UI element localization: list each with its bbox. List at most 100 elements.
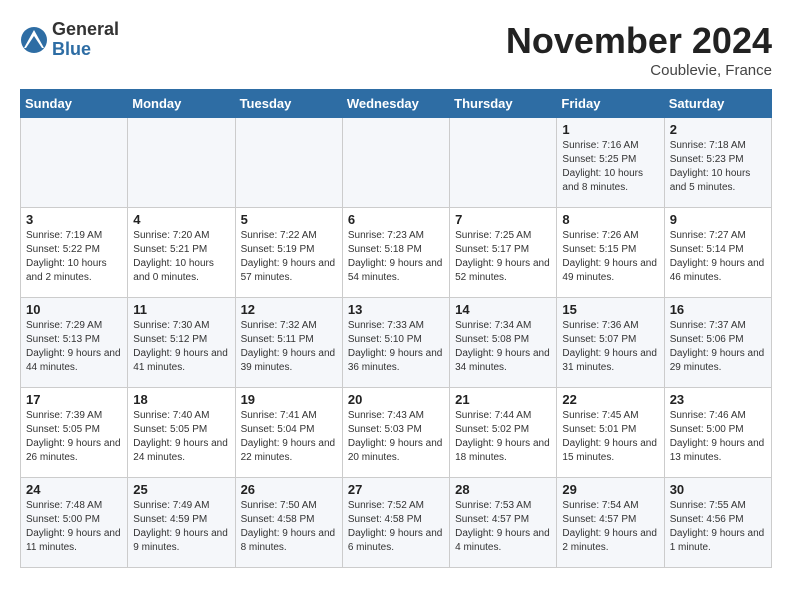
day-number: 25: [133, 482, 229, 497]
day-info: Sunrise: 7:27 AM Sunset: 5:14 PM Dayligh…: [670, 229, 766, 285]
weekday-header-thursday: Thursday: [450, 90, 557, 118]
day-number: 21: [455, 392, 551, 407]
calendar-cell: 7Sunrise: 7:25 AM Sunset: 5:17 PM Daylig…: [450, 208, 557, 298]
day-info: Sunrise: 7:41 AM Sunset: 5:04 PM Dayligh…: [241, 409, 337, 465]
day-info: Sunrise: 7:43 AM Sunset: 5:03 PM Dayligh…: [348, 409, 444, 465]
day-number: 23: [670, 392, 766, 407]
title-block: November 2024 Coublevie, France: [506, 20, 772, 79]
page-header: General Blue November 2024 Coublevie, Fr…: [20, 20, 772, 79]
day-number: 18: [133, 392, 229, 407]
day-number: 1: [562, 122, 658, 137]
logo-general: General: [52, 20, 119, 40]
day-info: Sunrise: 7:26 AM Sunset: 5:15 PM Dayligh…: [562, 229, 658, 285]
day-number: 8: [562, 212, 658, 227]
calendar-cell: 28 Sunrise: 7:53 AM Sunset: 4:57 PM Dayli…: [450, 478, 557, 568]
day-number: 26: [241, 482, 337, 497]
calendar-cell: 19Sunrise: 7:41 AM Sunset: 5:04 PM Dayli…: [235, 388, 342, 478]
day-number: 11: [133, 302, 229, 317]
day-number: 3: [26, 212, 122, 227]
calendar-cell: [21, 118, 128, 208]
calendar-week-row: 3 Sunrise: 7:19 AM Sunset: 5:22 PM Daylig…: [21, 208, 772, 298]
calendar-week-row: 24Sunrise: 7:48 AM Sunset: 5:00 PM Dayli…: [21, 478, 772, 568]
day-info: Sunrise: 7:52 AM Sunset: 4:58 PM Dayligh…: [348, 499, 444, 555]
day-number: 20: [348, 392, 444, 407]
calendar-cell: 30 Sunrise: 7:55 AM Sunset: 4:56 PM Dayli…: [664, 478, 771, 568]
day-number: 10: [26, 302, 122, 317]
day-number: 12: [241, 302, 337, 317]
calendar-cell: 10 Sunrise: 7:29 AM Sunset: 5:13 PM Dayli…: [21, 298, 128, 388]
calendar-cell: 12Sunrise: 7:32 AM Sunset: 5:11 PM Dayli…: [235, 298, 342, 388]
day-number: 9: [670, 212, 766, 227]
day-number: 27: [348, 482, 444, 497]
day-info: Sunrise: 7:37 AM Sunset: 5:06 PM Dayligh…: [670, 319, 766, 375]
calendar-cell: 1Sunrise: 7:16 AM Sunset: 5:25 PM Daylig…: [557, 118, 664, 208]
day-info: Sunrise: 7:22 AM Sunset: 5:19 PM Dayligh…: [241, 229, 337, 285]
calendar-cell: 25 Sunrise: 7:49 AM Sunset: 4:59 PM Dayli…: [128, 478, 235, 568]
day-number: 16: [670, 302, 766, 317]
location-subtitle: Coublevie, France: [506, 62, 772, 79]
calendar-cell: 4 Sunrise: 7:20 AM Sunset: 5:21 PM Daylig…: [128, 208, 235, 298]
calendar-cell: [128, 118, 235, 208]
calendar-cell: 21 Sunrise: 7:44 AM Sunset: 5:02 PM Dayli…: [450, 388, 557, 478]
day-info: Sunrise: 7:36 AM Sunset: 5:07 PM Dayligh…: [562, 319, 658, 375]
day-info: Sunrise: 7:19 AM Sunset: 5:22 PM Dayligh…: [26, 229, 122, 285]
day-number: 4: [133, 212, 229, 227]
calendar-cell: 14 Sunrise: 7:34 AM Sunset: 5:08 PM Dayli…: [450, 298, 557, 388]
day-number: 28: [455, 482, 551, 497]
calendar-week-row: 10 Sunrise: 7:29 AM Sunset: 5:13 PM Dayli…: [21, 298, 772, 388]
day-number: 2: [670, 122, 766, 137]
day-number: 13: [348, 302, 444, 317]
calendar-cell: 2 Sunrise: 7:18 AM Sunset: 5:23 PM Daylig…: [664, 118, 771, 208]
weekday-header-wednesday: Wednesday: [342, 90, 449, 118]
day-info: Sunrise: 7:39 AM Sunset: 5:05 PM Dayligh…: [26, 409, 122, 465]
weekday-header-sunday: Sunday: [21, 90, 128, 118]
day-info: Sunrise: 7:18 AM Sunset: 5:23 PM Dayligh…: [670, 139, 766, 195]
day-number: 30: [670, 482, 766, 497]
calendar-cell: 22 Sunrise: 7:45 AM Sunset: 5:01 PM Dayli…: [557, 388, 664, 478]
day-number: 7: [455, 212, 551, 227]
calendar-week-row: 1Sunrise: 7:16 AM Sunset: 5:25 PM Daylig…: [21, 118, 772, 208]
calendar-cell: 3 Sunrise: 7:19 AM Sunset: 5:22 PM Daylig…: [21, 208, 128, 298]
day-info: Sunrise: 7:46 AM Sunset: 5:00 PM Dayligh…: [670, 409, 766, 465]
calendar-cell: [450, 118, 557, 208]
weekday-header-saturday: Saturday: [664, 90, 771, 118]
logo-icon: [20, 26, 48, 54]
day-number: 14: [455, 302, 551, 317]
calendar-cell: 13Sunrise: 7:33 AM Sunset: 5:10 PM Dayli…: [342, 298, 449, 388]
day-number: 22: [562, 392, 658, 407]
day-info: Sunrise: 7:54 AM Sunset: 4:57 PM Dayligh…: [562, 499, 658, 555]
logo-text: General Blue: [52, 20, 119, 60]
day-info: Sunrise: 7:29 AM Sunset: 5:13 PM Dayligh…: [26, 319, 122, 375]
day-info: Sunrise: 7:49 AM Sunset: 4:59 PM Dayligh…: [133, 499, 229, 555]
day-info: Sunrise: 7:40 AM Sunset: 5:05 PM Dayligh…: [133, 409, 229, 465]
weekday-header-tuesday: Tuesday: [235, 90, 342, 118]
day-number: 5: [241, 212, 337, 227]
calendar-cell: 18 Sunrise: 7:40 AM Sunset: 5:05 PM Dayli…: [128, 388, 235, 478]
day-number: 15: [562, 302, 658, 317]
day-info: Sunrise: 7:34 AM Sunset: 5:08 PM Dayligh…: [455, 319, 551, 375]
calendar-cell: 20 Sunrise: 7:43 AM Sunset: 5:03 PM Dayli…: [342, 388, 449, 478]
day-info: Sunrise: 7:55 AM Sunset: 4:56 PM Dayligh…: [670, 499, 766, 555]
weekday-header-row: SundayMondayTuesdayWednesdayThursdayFrid…: [21, 90, 772, 118]
weekday-header-monday: Monday: [128, 90, 235, 118]
day-info: Sunrise: 7:44 AM Sunset: 5:02 PM Dayligh…: [455, 409, 551, 465]
day-info: Sunrise: 7:53 AM Sunset: 4:57 PM Dayligh…: [455, 499, 551, 555]
day-info: Sunrise: 7:45 AM Sunset: 5:01 PM Dayligh…: [562, 409, 658, 465]
day-number: 24: [26, 482, 122, 497]
calendar-cell: 27 Sunrise: 7:52 AM Sunset: 4:58 PM Dayli…: [342, 478, 449, 568]
calendar-cell: 6 Sunrise: 7:23 AM Sunset: 5:18 PM Daylig…: [342, 208, 449, 298]
calendar-cell: 24Sunrise: 7:48 AM Sunset: 5:00 PM Dayli…: [21, 478, 128, 568]
day-info: Sunrise: 7:23 AM Sunset: 5:18 PM Dayligh…: [348, 229, 444, 285]
calendar-cell: 23 Sunrise: 7:46 AM Sunset: 5:00 PM Dayli…: [664, 388, 771, 478]
day-info: Sunrise: 7:20 AM Sunset: 5:21 PM Dayligh…: [133, 229, 229, 285]
calendar-week-row: 17 Sunrise: 7:39 AM Sunset: 5:05 PM Dayli…: [21, 388, 772, 478]
calendar-cell: 5 Sunrise: 7:22 AM Sunset: 5:19 PM Daylig…: [235, 208, 342, 298]
day-info: Sunrise: 7:50 AM Sunset: 4:58 PM Dayligh…: [241, 499, 337, 555]
calendar-cell: 11Sunrise: 7:30 AM Sunset: 5:12 PM Dayli…: [128, 298, 235, 388]
day-number: 17: [26, 392, 122, 407]
weekday-header-friday: Friday: [557, 90, 664, 118]
day-number: 6: [348, 212, 444, 227]
calendar-table: SundayMondayTuesdayWednesdayThursdayFrid…: [20, 89, 772, 568]
calendar-cell: 9 Sunrise: 7:27 AM Sunset: 5:14 PM Daylig…: [664, 208, 771, 298]
calendar-cell: 8 Sunrise: 7:26 AM Sunset: 5:15 PM Daylig…: [557, 208, 664, 298]
